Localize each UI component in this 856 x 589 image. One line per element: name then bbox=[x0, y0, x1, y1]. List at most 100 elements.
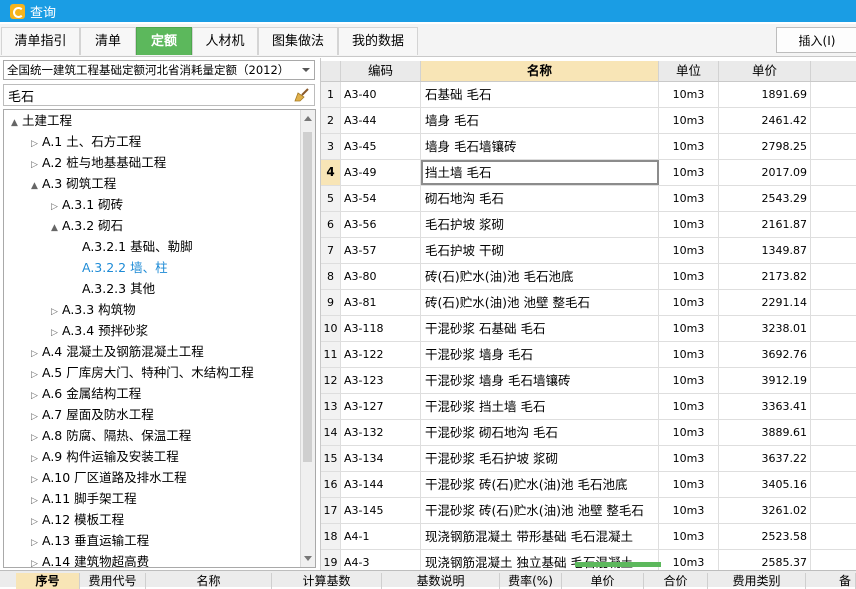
tree-node[interactable]: A.3.2.3 其他 bbox=[82, 279, 155, 299]
table-row[interactable]: 17 A3-145 干混砂浆 砖(石)贮水(油)池 池壁 整毛石 10m3 3261.0… bbox=[321, 498, 856, 524]
table-row[interactable]: 11 A3-122 干混砂浆 墙身 毛石 10m3 3692.76 bbox=[321, 342, 856, 368]
search-input[interactable] bbox=[6, 86, 290, 104]
header-code[interactable]: 编码 bbox=[341, 61, 421, 81]
scroll-up-icon[interactable] bbox=[304, 116, 312, 121]
collapse-icon[interactable]: ▲ bbox=[10, 113, 19, 133]
tree-node[interactable]: ▲ A.3.2 砌石 bbox=[50, 216, 123, 236]
expand-icon[interactable]: ▷ bbox=[30, 344, 39, 364]
broom-icon[interactable] bbox=[294, 88, 310, 102]
tree-node[interactable]: ▷ A.12 模板工程 bbox=[30, 510, 124, 530]
scroll-down-icon[interactable] bbox=[304, 556, 312, 561]
table-row[interactable]: 19 A4-3 现浇钢筋混凝土 独立基础 毛石混凝土 10m3 2585.37 bbox=[321, 550, 856, 570]
tree-node[interactable]: ▷ A.1 土、石方工程 bbox=[30, 132, 141, 152]
expand-icon[interactable]: ▷ bbox=[50, 302, 59, 322]
expand-icon[interactable]: ▷ bbox=[30, 428, 39, 448]
header-unit[interactable]: 单位 bbox=[659, 61, 719, 81]
table-row[interactable]: 7 A3-57 毛石护坡 干砌 10m3 1349.87 bbox=[321, 238, 856, 264]
table-row[interactable]: 5 A3-54 砌石地沟 毛石 10m3 2543.29 bbox=[321, 186, 856, 212]
header-price[interactable]: 单价 bbox=[719, 61, 811, 81]
col-total[interactable]: 合价 bbox=[644, 573, 708, 589]
tree-node[interactable]: ▷ A.3.1 砌砖 bbox=[50, 195, 123, 215]
tree-node[interactable]: ▷ A.2 桩与地基基础工程 bbox=[30, 153, 166, 173]
tree-node[interactable]: ▷ A.13 垂直运输工程 bbox=[30, 531, 149, 551]
col-rate[interactable]: 费率(%) bbox=[500, 573, 562, 589]
table-row[interactable]: 10 A3-118 干混砂浆 石基础 毛石 10m3 3238.01 bbox=[321, 316, 856, 342]
tree-node[interactable]: ▷ A.14 建筑物超高费 bbox=[30, 552, 149, 567]
tab-atlas-method[interactable]: 图集做法 bbox=[258, 27, 338, 55]
expand-icon[interactable]: ▷ bbox=[30, 491, 39, 511]
insert-button[interactable]: 插入(I) bbox=[776, 27, 856, 53]
row-unit: 10m3 bbox=[659, 420, 719, 445]
tree-node-label: A.11 脚手架工程 bbox=[42, 491, 137, 506]
expand-icon[interactable]: ▷ bbox=[50, 323, 59, 343]
table-row[interactable]: 3 A3-45 墙身 毛石墙镶砖 10m3 2798.25 bbox=[321, 134, 856, 160]
tree-node-label: A.4 混凝土及钢筋混凝土工程 bbox=[42, 344, 204, 359]
expand-icon[interactable]: ▷ bbox=[30, 449, 39, 469]
quota-library-select[interactable]: 全国统一建筑工程基础定额河北省消耗量定额（2012） bbox=[3, 60, 315, 80]
expand-icon[interactable]: ▷ bbox=[30, 470, 39, 490]
tree-node[interactable]: ▷ A.7 屋面及防水工程 bbox=[30, 405, 154, 425]
col-calc-base[interactable]: 计算基数 bbox=[272, 573, 382, 589]
table-row[interactable]: 8 A3-80 砖(石)贮水(油)池 毛石池底 10m3 2173.82 bbox=[321, 264, 856, 290]
tree-node[interactable]: ▷ A.3.3 构筑物 bbox=[50, 300, 136, 320]
tree-node[interactable]: ▷ A.11 脚手架工程 bbox=[30, 489, 137, 509]
expand-icon[interactable]: ▷ bbox=[30, 155, 39, 175]
panel-splitter-handle[interactable] bbox=[575, 562, 661, 567]
expand-icon[interactable]: ▷ bbox=[30, 386, 39, 406]
table-row[interactable]: 1 A3-40 石基础 毛石 10m3 1891.69 bbox=[321, 82, 856, 108]
tree-node[interactable]: ▷ A.6 金属结构工程 bbox=[30, 384, 141, 404]
col-remark[interactable]: 备 bbox=[806, 573, 856, 589]
col-fee-code[interactable]: 费用代号 bbox=[80, 573, 146, 589]
expand-icon[interactable]: ▷ bbox=[30, 554, 39, 567]
tree-node[interactable]: ▷ A.10 厂区道路及排水工程 bbox=[30, 468, 187, 488]
table-row[interactable]: 15 A3-134 干混砂浆 毛石护坡 浆砌 10m3 3637.22 bbox=[321, 446, 856, 472]
tree-node[interactable]: ▷ A.8 防腐、隔热、保温工程 bbox=[30, 426, 191, 446]
col-base-desc[interactable]: 基数说明 bbox=[382, 573, 500, 589]
col-seq[interactable]: 序号 bbox=[16, 573, 80, 589]
expand-icon[interactable]: ▷ bbox=[30, 365, 39, 385]
tree-node[interactable]: ▷ A.4 混凝土及钢筋混凝土工程 bbox=[30, 342, 204, 362]
col-name[interactable]: 名称 bbox=[146, 573, 272, 589]
table-row[interactable]: 6 A3-56 毛石护坡 浆砌 10m3 2161.87 bbox=[321, 212, 856, 238]
expand-icon[interactable]: ▷ bbox=[30, 533, 39, 553]
row-code: A3-54 bbox=[341, 186, 421, 211]
tab-bill-guide[interactable]: 清单指引 bbox=[1, 27, 80, 55]
header-name[interactable]: 名称 bbox=[421, 61, 659, 81]
table-row[interactable]: 2 A3-44 墙身 毛石 10m3 2461.42 bbox=[321, 108, 856, 134]
col-fee-category[interactable]: 费用类别 bbox=[708, 573, 806, 589]
tree-node[interactable]: A.3.2.1 基础、勒脚 bbox=[82, 237, 193, 257]
table-row[interactable]: 12 A3-123 干混砂浆 墙身 毛石墙镶砖 10m3 3912.19 bbox=[321, 368, 856, 394]
tab-quota[interactable]: 定额 bbox=[136, 27, 192, 55]
expand-icon[interactable]: ▷ bbox=[30, 512, 39, 532]
expand-icon[interactable]: ▷ bbox=[30, 134, 39, 154]
table-row[interactable]: 9 A3-81 砖(石)贮水(油)池 池壁 整毛石 10m3 2291.14 bbox=[321, 290, 856, 316]
tree-node[interactable]: ▲ A.3 砌筑工程 bbox=[30, 174, 116, 194]
col-unit-price[interactable]: 单价 bbox=[562, 573, 644, 589]
quota-chapter-tree: ▲ 土建工程 ▷ A.1 土、石方工程 ▷ A.2 桩与地基基础工程 ▲ A.3 砌筑工… bbox=[3, 109, 316, 568]
table-row[interactable]: 18 A4-1 现浇钢筋混凝土 带形基础 毛石混凝土 10m3 2523.58 bbox=[321, 524, 856, 550]
table-row[interactable]: 13 A3-127 干混砂浆 挡土墙 毛石 10m3 3363.41 bbox=[321, 394, 856, 420]
scroll-thumb[interactable] bbox=[303, 132, 312, 462]
tree-node[interactable]: ▷ A.9 构件运输及安装工程 bbox=[30, 447, 179, 467]
table-row[interactable]: 16 A3-144 干混砂浆 砖(石)贮水(油)池 毛石池底 10m3 3405.16 bbox=[321, 472, 856, 498]
expand-icon[interactable]: ▷ bbox=[30, 407, 39, 427]
chevron-down-icon[interactable] bbox=[302, 68, 310, 72]
table-row-selected[interactable]: 4 A3-49 挡土墙 毛石 10m3 2017.09 bbox=[321, 160, 856, 186]
tree-node[interactable]: ▲ 土建工程 bbox=[10, 111, 72, 131]
tab-my-data[interactable]: 我的数据 bbox=[338, 27, 418, 55]
tree-node-selected[interactable]: A.3.2.2 墙、柱 bbox=[82, 258, 168, 278]
row-index: 2 bbox=[321, 108, 341, 133]
collapse-icon[interactable]: ▲ bbox=[30, 176, 39, 196]
tree-node-label: A.1 土、石方工程 bbox=[42, 134, 142, 149]
row-index: 8 bbox=[321, 264, 341, 289]
table-row[interactable]: 14 A3-132 干混砂浆 砌石地沟 毛石 10m3 3889.61 bbox=[321, 420, 856, 446]
tree-scrollbar[interactable] bbox=[300, 110, 315, 567]
tree-node[interactable]: ▷ A.5 厂库房大门、特种门、木结构工程 bbox=[30, 363, 254, 383]
row-index: 11 bbox=[321, 342, 341, 367]
expand-icon[interactable]: ▷ bbox=[50, 197, 59, 217]
tab-labor-material-machine[interactable]: 人材机 bbox=[192, 27, 258, 55]
tree-node[interactable]: ▷ A.3.4 预拌砂浆 bbox=[50, 321, 148, 341]
tab-bill[interactable]: 清单 bbox=[80, 27, 136, 55]
row-code: A4-1 bbox=[341, 524, 421, 549]
collapse-icon[interactable]: ▲ bbox=[50, 218, 59, 238]
